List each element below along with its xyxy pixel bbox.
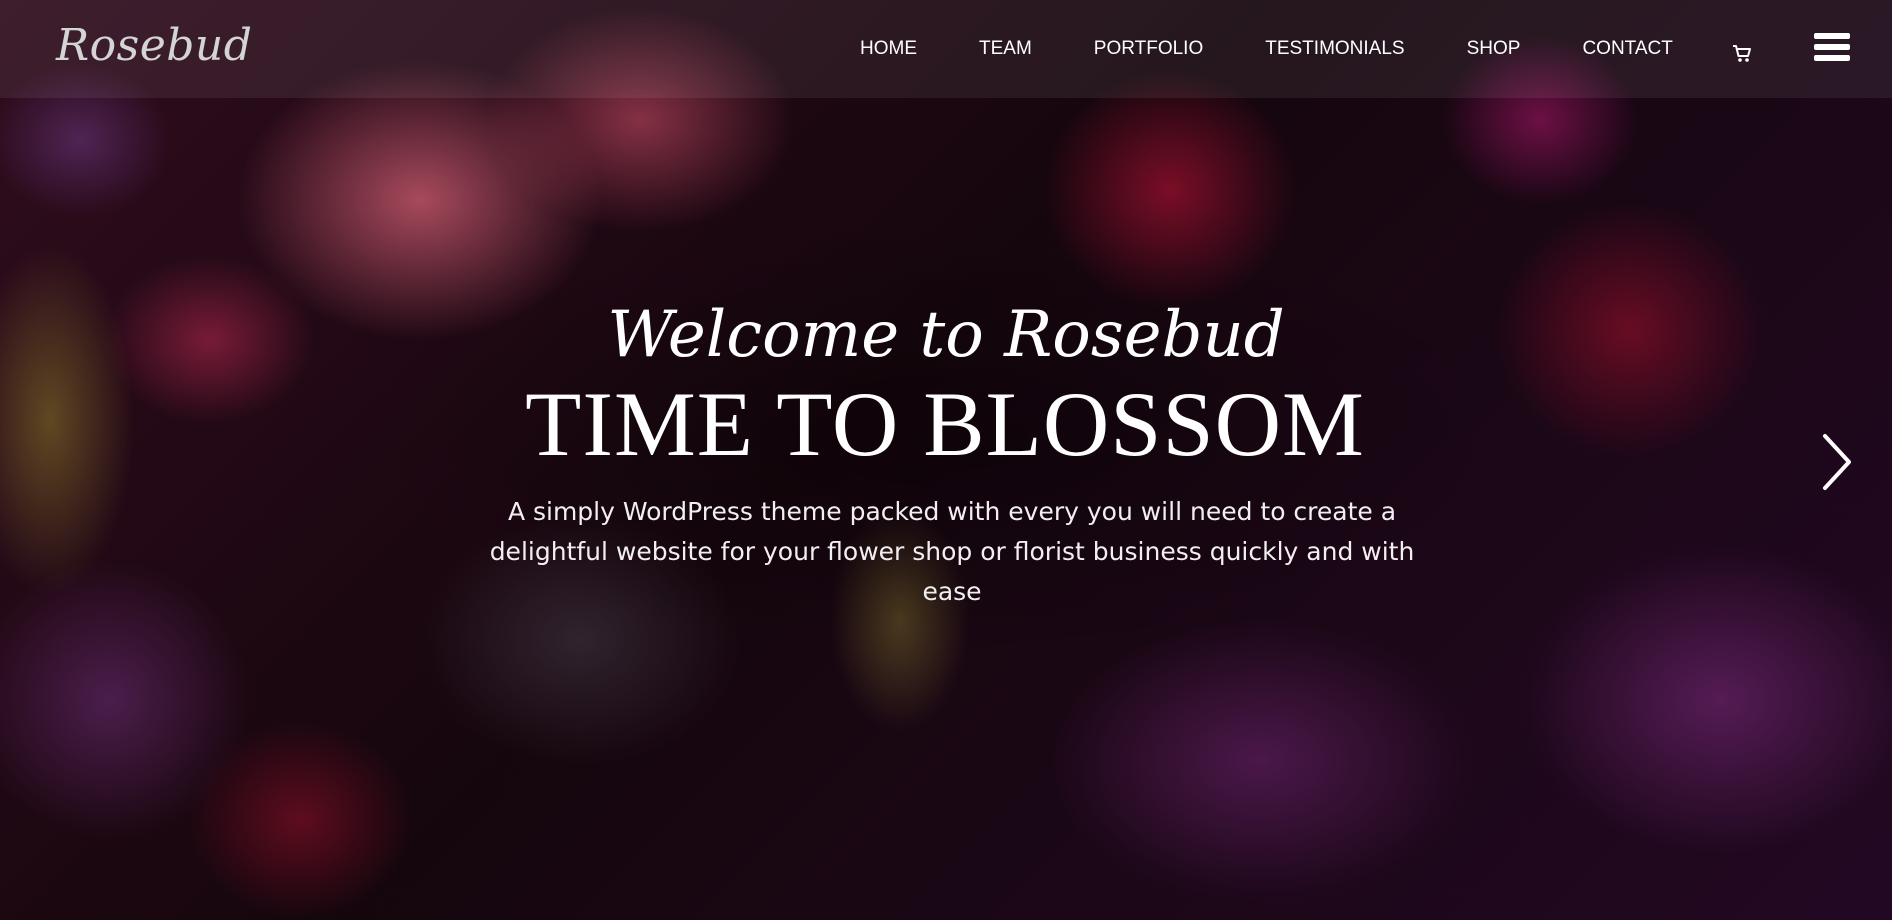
hero-tagline: A simply WordPress theme packed with eve… — [489, 497, 1415, 606]
nav-item-home[interactable]: HOME — [860, 38, 917, 60]
nav-item-shop[interactable]: SHOP — [1467, 38, 1521, 60]
nav-item-team[interactable]: TEAM — [979, 38, 1032, 60]
hero-banner: Rosebud HOME TEAM PORTFOLIO TESTIMONIALS… — [0, 0, 1892, 920]
nav-item-portfolio[interactable]: PORTFOLIO — [1094, 38, 1203, 60]
cart-icon[interactable] — [1731, 42, 1753, 64]
hero-headline: TIME TO BLOSSOM — [525, 373, 1365, 475]
hamburger-menu-icon[interactable] — [1814, 33, 1850, 67]
nav-item-testimonials[interactable]: TESTIMONIALS — [1265, 38, 1404, 60]
hero-content: Welcome to Rosebud TIME TO BLOSSOM A sim… — [0, 290, 1892, 612]
main-navigation: HOME TEAM PORTFOLIO TESTIMONIALS SHOP CO… — [860, 38, 1673, 60]
nav-item-contact[interactable]: CONTACT — [1582, 38, 1672, 60]
hero-welcome-text: Welcome to Rosebud — [607, 298, 1285, 372]
